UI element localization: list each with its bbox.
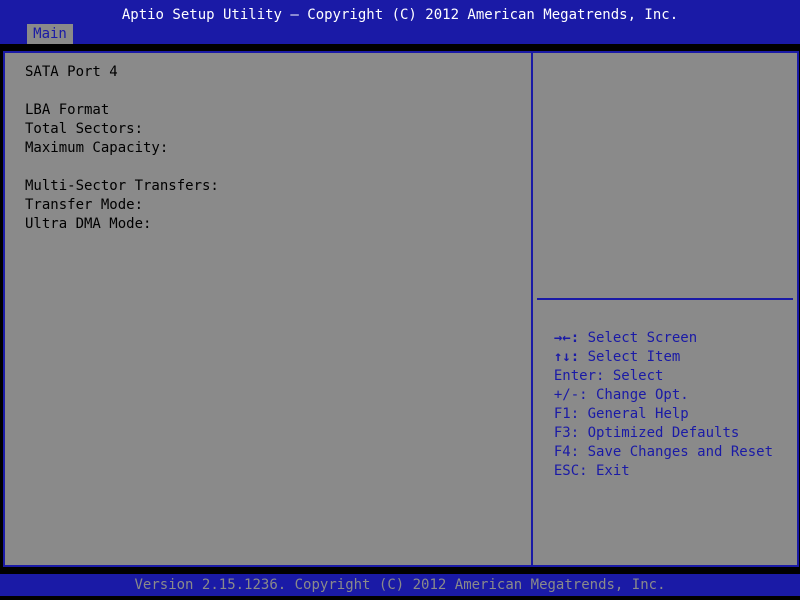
- help-item-exit: ESC: Exit: [537, 443, 630, 481]
- info-label-multi-sector-transfers: Multi-Sector Transfers:: [25, 178, 219, 194]
- tab-main[interactable]: Main: [27, 24, 73, 44]
- help-action: Exit: [587, 463, 630, 479]
- info-label-total-sectors: Total Sectors:: [25, 121, 144, 137]
- help-key: ESC:: [553, 463, 588, 479]
- info-label-lba-format: LBA Format: [25, 102, 110, 118]
- page-title: SATA Port 4: [25, 64, 118, 80]
- help-divider: [537, 298, 793, 300]
- info-label-transfer-mode: Transfer Mode:: [25, 197, 144, 213]
- app-title: Aptio Setup Utility – Copyright (C) 2012…: [121, 7, 679, 23]
- footer-version: Version 2.15.1236. Copyright (C) 2012 Am…: [134, 577, 666, 593]
- panel-divider-vertical: [531, 53, 533, 565]
- info-label-ultra-dma-mode: Ultra DMA Mode:: [25, 216, 152, 232]
- info-label-maximum-capacity: Maximum Capacity:: [25, 140, 169, 156]
